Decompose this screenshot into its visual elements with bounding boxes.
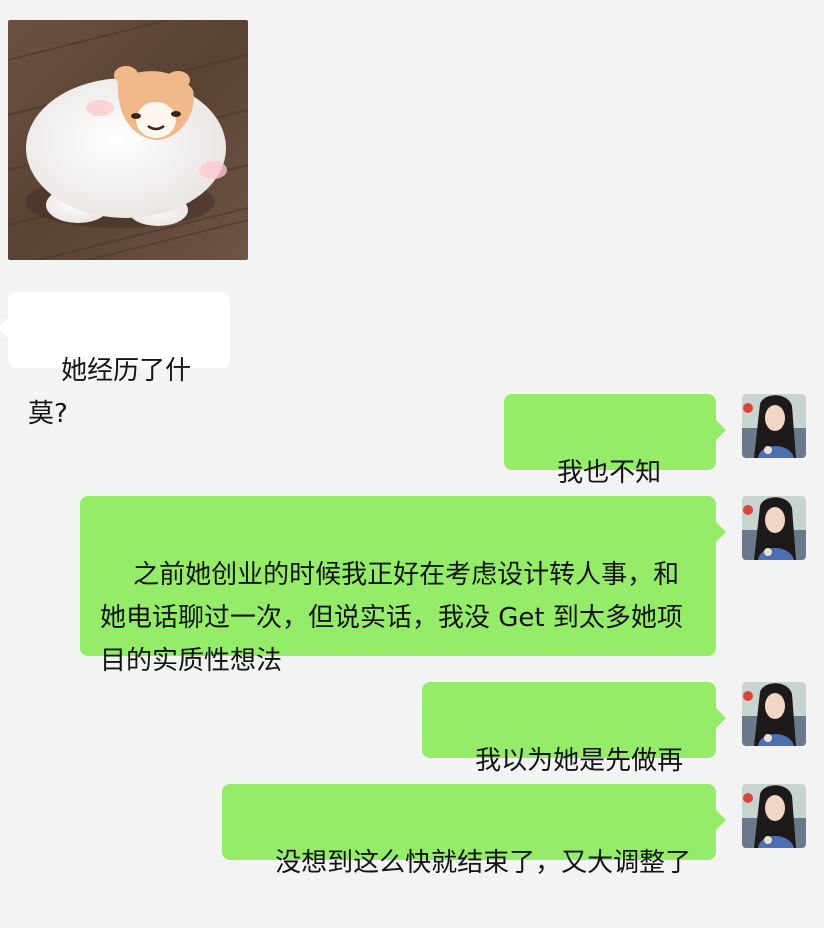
sent-message-bubble[interactable]: 之前她创业的时候我正好在考虑设计转人事，和她电话聊过一次，但说实话，我没 Get… (80, 496, 726, 676)
user-avatar-icon (742, 394, 806, 458)
message-text: 没想到这么快就结束了，又大调整了 (275, 848, 692, 878)
avatar[interactable] (742, 682, 806, 746)
sent-message-bubble[interactable]: 我以为她是先做再想 (422, 682, 726, 819)
hamster-sticker-icon[interactable] (8, 20, 248, 260)
user-avatar-icon (742, 784, 806, 848)
received-message-bubble[interactable]: 她经历了什莫? (0, 292, 230, 429)
sent-message-bubble[interactable]: 没想到这么快就结束了，又大调整了 (222, 784, 726, 878)
avatar[interactable] (742, 496, 806, 560)
message-text: 之前她创业的时候我正好在考虑设计转人事，和她电话聊过一次，但说实话，我没 Get… (100, 560, 683, 676)
user-avatar-icon (742, 682, 806, 746)
sent-message-bubble[interactable]: 我也不知道。。 (504, 394, 726, 531)
avatar[interactable] (742, 394, 806, 458)
message-text: 她经历了什莫? (28, 356, 192, 429)
avatar[interactable] (742, 784, 806, 848)
user-avatar-icon (742, 496, 806, 560)
